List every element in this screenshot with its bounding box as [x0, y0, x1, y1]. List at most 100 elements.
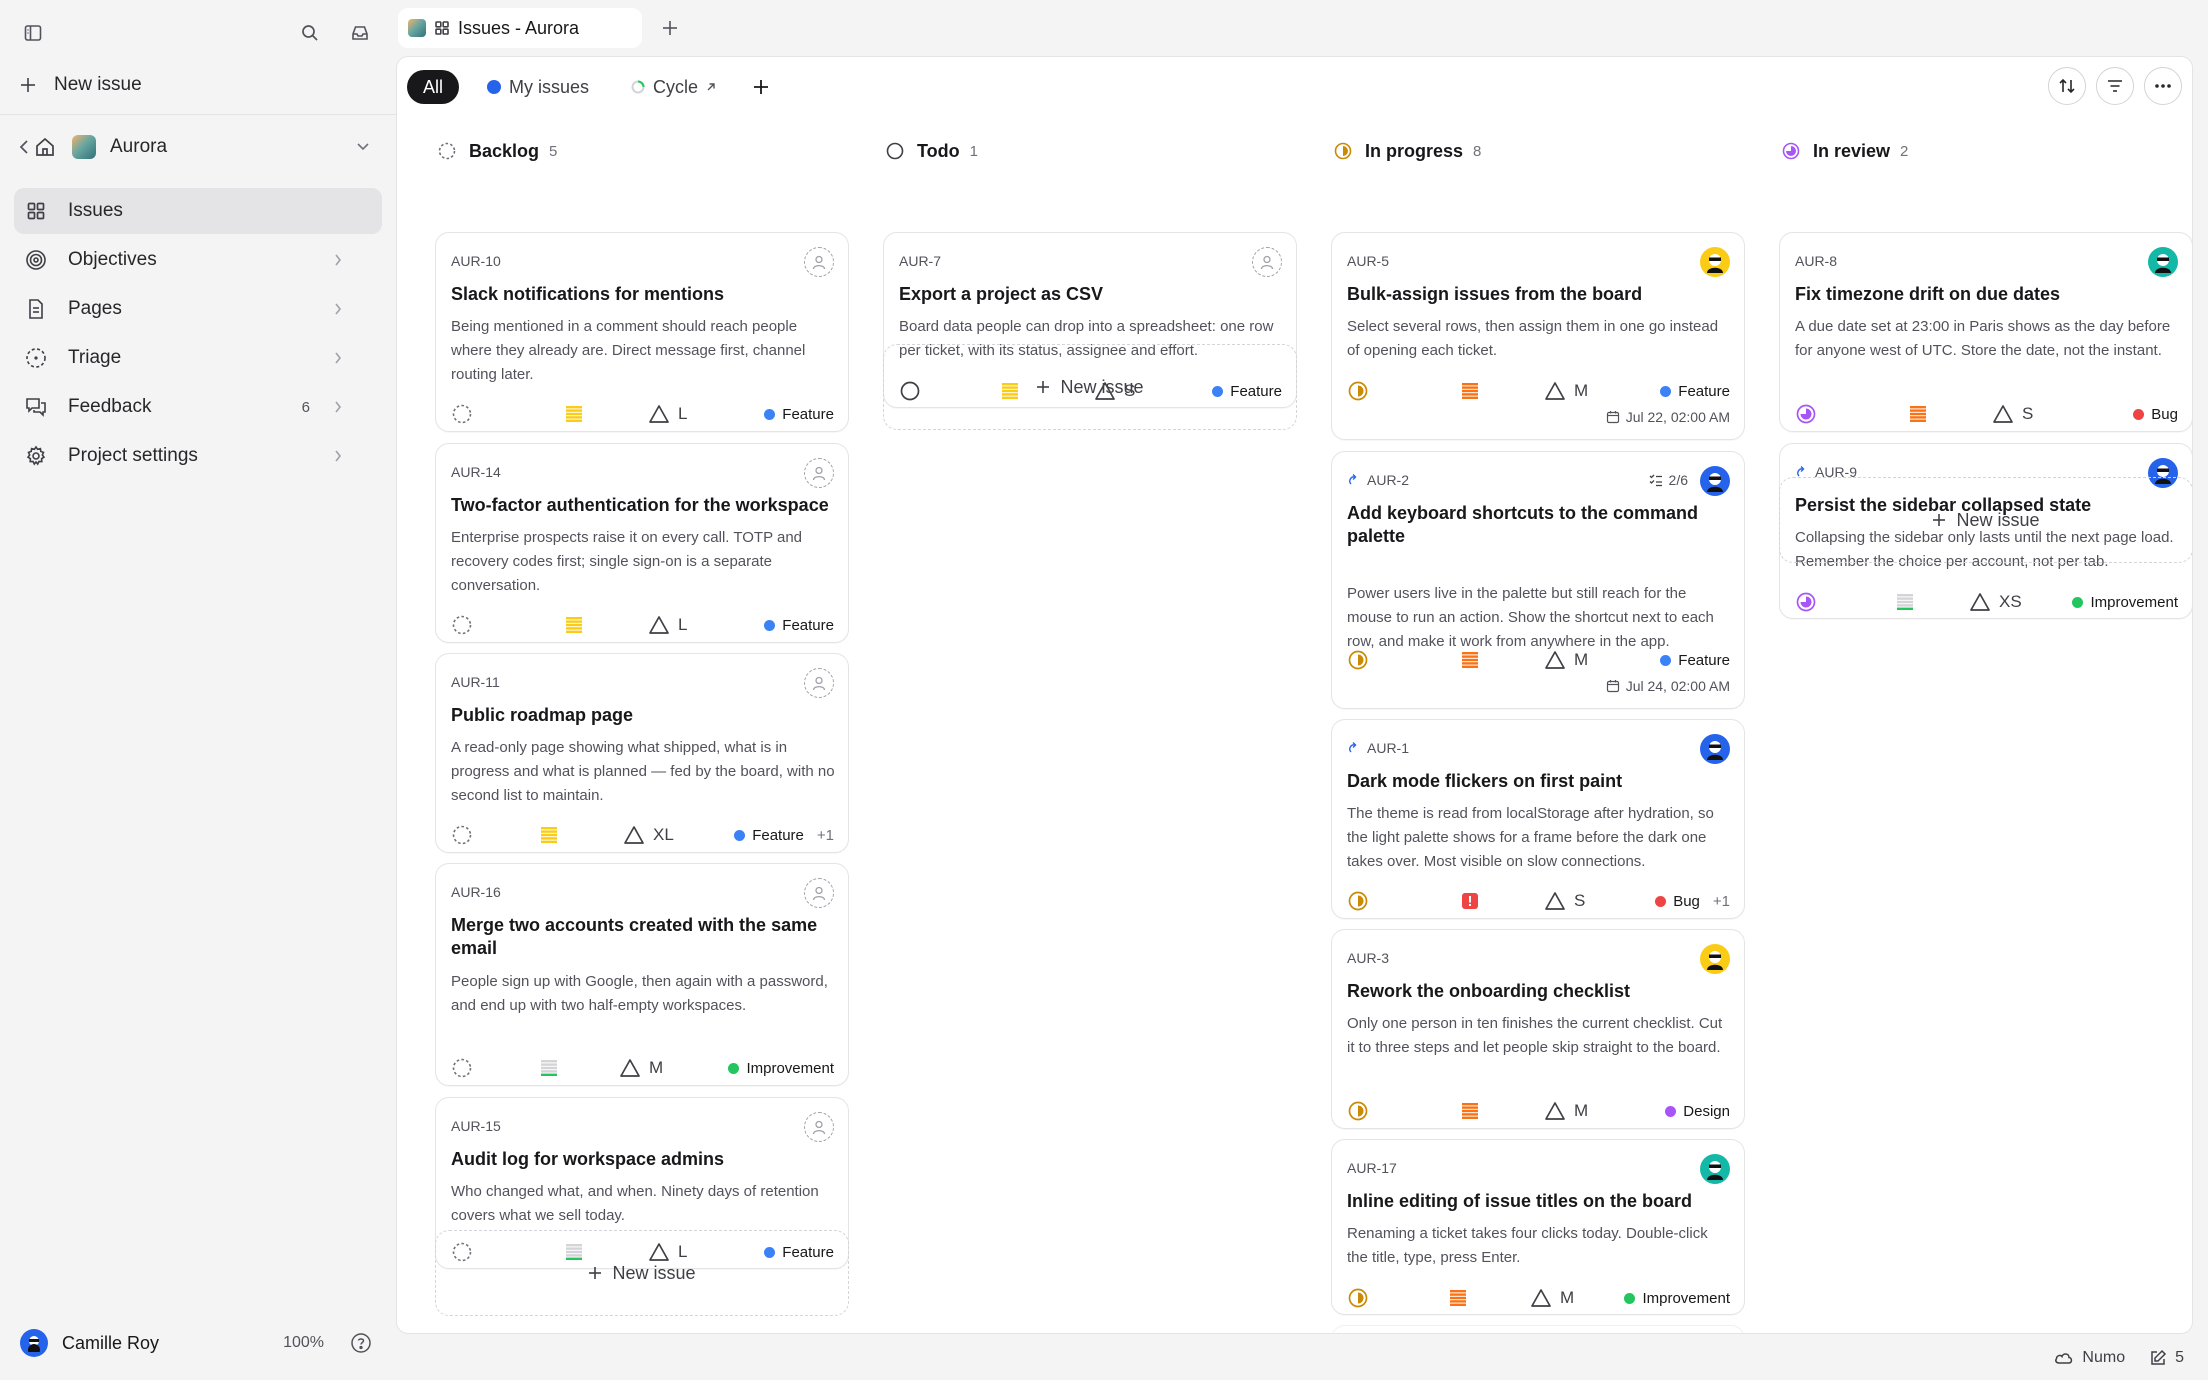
issue-title[interactable]: Public roadmap page [451, 704, 831, 727]
high-priority-icon[interactable] [1460, 650, 1480, 670]
sidebar-item-feedback[interactable]: Feedback 6 [14, 384, 382, 430]
new-issue-card-button[interactable]: New issue [1779, 477, 2192, 563]
filter-all[interactable]: All [407, 70, 460, 104]
label-badge[interactable]: Feature [764, 406, 834, 423]
issue-card[interactable]: AUR-4Cache avatar lookups on the members [1331, 1325, 1745, 1333]
backlog-status-icon[interactable] [451, 614, 473, 636]
label-badge[interactable]: Feature +1 [734, 827, 834, 844]
unassigned-icon[interactable] [1252, 247, 1282, 277]
project-switcher[interactable]: Aurora [18, 130, 374, 164]
tab-issues-aurora[interactable]: Issues - Aurora [398, 8, 642, 48]
high-priority-icon[interactable] [1460, 1101, 1480, 1121]
sidebar-item-issues[interactable]: Issues [14, 188, 382, 234]
new-issue-card-button[interactable]: New issue [435, 1230, 849, 1316]
issue-card[interactable]: AUR-2 2/6 Add keyboard shortcuts to the co… [1331, 451, 1745, 709]
label-badge[interactable]: Feature [764, 617, 834, 634]
avatar[interactable] [1700, 247, 1730, 277]
high-priority-icon[interactable] [1448, 1288, 1468, 1308]
issue-title[interactable]: Audit log for workspace admins [451, 1148, 831, 1171]
issue-card[interactable]: AUR-8 Fix timezone drift on due dates A du… [1779, 232, 2192, 432]
issue-card[interactable]: AUR-16 Merge two accounts created with th… [435, 863, 849, 1086]
due-date[interactable]: Jul 22, 02:00 AM [1606, 409, 1730, 425]
progress-status-icon[interactable] [1347, 649, 1369, 671]
label-badge[interactable]: Bug [2133, 406, 2178, 423]
backlog-status-icon[interactable] [451, 403, 473, 425]
unassigned-icon[interactable] [804, 878, 834, 908]
progress-status-icon[interactable] [1347, 1287, 1369, 1309]
unassigned-icon[interactable] [804, 458, 834, 488]
label-badge[interactable]: Bug +1 [1655, 893, 1730, 910]
new-issue-card-button[interactable]: New issue [883, 344, 1297, 430]
label-badge[interactable]: Improvement [728, 1060, 834, 1077]
estimate[interactable]: M [619, 1058, 663, 1078]
issue-title[interactable]: Export a project as CSV [899, 283, 1279, 306]
progress-status-icon[interactable] [1347, 890, 1369, 912]
progress-status-icon[interactable] [1347, 380, 1369, 402]
estimate[interactable]: L [648, 404, 687, 424]
label-badge[interactable]: Feature [1660, 652, 1730, 669]
sidebar-item-triage[interactable]: Triage [14, 335, 382, 381]
estimate[interactable]: M [1530, 1288, 1574, 1308]
zoom-level[interactable]: 100% [283, 1334, 324, 1352]
estimate[interactable]: XS [1969, 592, 2022, 612]
issue-card[interactable]: AUR-10 Slack notifications for mentions Be… [435, 232, 849, 432]
backlog-status-icon[interactable] [451, 1057, 473, 1079]
estimate[interactable]: L [648, 615, 687, 635]
estimate[interactable]: M [1544, 1101, 1588, 1121]
avatar[interactable] [1700, 944, 1730, 974]
issue-card[interactable]: AUR-3 Rework the onboarding checklist Only… [1331, 929, 1745, 1129]
new-tab-plus-icon[interactable] [652, 10, 688, 46]
sort-icon[interactable] [2048, 67, 2086, 105]
unassigned-icon[interactable] [804, 247, 834, 277]
issue-title[interactable]: Inline editing of issue titles on the bo… [1347, 1190, 1727, 1213]
search-icon[interactable] [292, 15, 328, 51]
due-date[interactable]: Jul 24, 02:00 AM [1606, 678, 1730, 694]
label-badge[interactable]: Design [1665, 1103, 1730, 1120]
estimate[interactable]: S [1992, 404, 2033, 424]
urgent-priority-icon[interactable] [1460, 891, 1480, 911]
low-priority-icon[interactable] [539, 1058, 559, 1078]
medium-priority-icon[interactable] [539, 825, 559, 845]
filter-my-issues[interactable]: My issues [473, 70, 603, 104]
help-icon[interactable] [350, 1332, 372, 1354]
issue-title[interactable]: Merge two accounts created with the same… [451, 914, 831, 960]
issue-card[interactable]: AUR-14 Two-factor authentication for the … [435, 443, 849, 643]
issue-title[interactable]: Rework the onboarding checklist [1347, 980, 1727, 1003]
avatar[interactable] [20, 1329, 48, 1357]
avatar[interactable] [1700, 466, 1730, 496]
backlog-status-icon[interactable] [451, 824, 473, 846]
inbox-icon[interactable] [342, 15, 378, 51]
issue-card[interactable]: AUR-5 Bulk-assign issues from the board Se… [1331, 232, 1745, 440]
estimate[interactable]: S [1544, 891, 1585, 911]
more-icon[interactable] [2144, 67, 2182, 105]
issue-card[interactable]: AUR-1 Dark mode flickers on first paint Th… [1331, 719, 1745, 919]
issue-title[interactable]: Bulk-assign issues from the board [1347, 283, 1727, 306]
review-status-icon[interactable] [1795, 591, 1817, 613]
estimate[interactable]: M [1544, 381, 1588, 401]
issue-title[interactable]: Fix timezone drift on due dates [1795, 283, 2175, 306]
home-icon[interactable] [34, 136, 56, 158]
new-issue-button[interactable]: New issue [20, 68, 142, 102]
sidebar-item-pages[interactable]: Pages [14, 286, 382, 332]
label-badge[interactable]: Improvement [2072, 594, 2178, 611]
medium-priority-icon[interactable] [564, 615, 584, 635]
issue-title[interactable]: Two-factor authentication for the worksp… [451, 494, 831, 517]
issue-title[interactable]: Add keyboard shortcuts to the command pa… [1347, 502, 1727, 548]
avatar[interactable] [1700, 734, 1730, 764]
unassigned-icon[interactable] [804, 668, 834, 698]
back-icon[interactable] [18, 139, 30, 155]
drafts-indicator[interactable]: 5 [2149, 1349, 2184, 1367]
review-status-icon[interactable] [1795, 403, 1817, 425]
avatar[interactable] [1700, 1154, 1730, 1184]
app-indicator[interactable]: Numo [2054, 1349, 2125, 1367]
issue-card[interactable]: AUR-17 Inline editing of issue titles on … [1331, 1139, 1745, 1315]
add-view-plus-icon[interactable] [744, 70, 778, 104]
toggle-sidebar-icon[interactable] [15, 15, 51, 51]
high-priority-icon[interactable] [1460, 381, 1480, 401]
user-name[interactable]: Camille Roy [62, 1333, 159, 1354]
chevron-down-icon[interactable] [356, 142, 370, 152]
sidebar-item-objectives[interactable]: Objectives [14, 237, 382, 283]
filter-icon[interactable] [2096, 67, 2134, 105]
issue-title[interactable]: Slack notifications for mentions [451, 283, 831, 306]
unassigned-icon[interactable] [804, 1112, 834, 1142]
